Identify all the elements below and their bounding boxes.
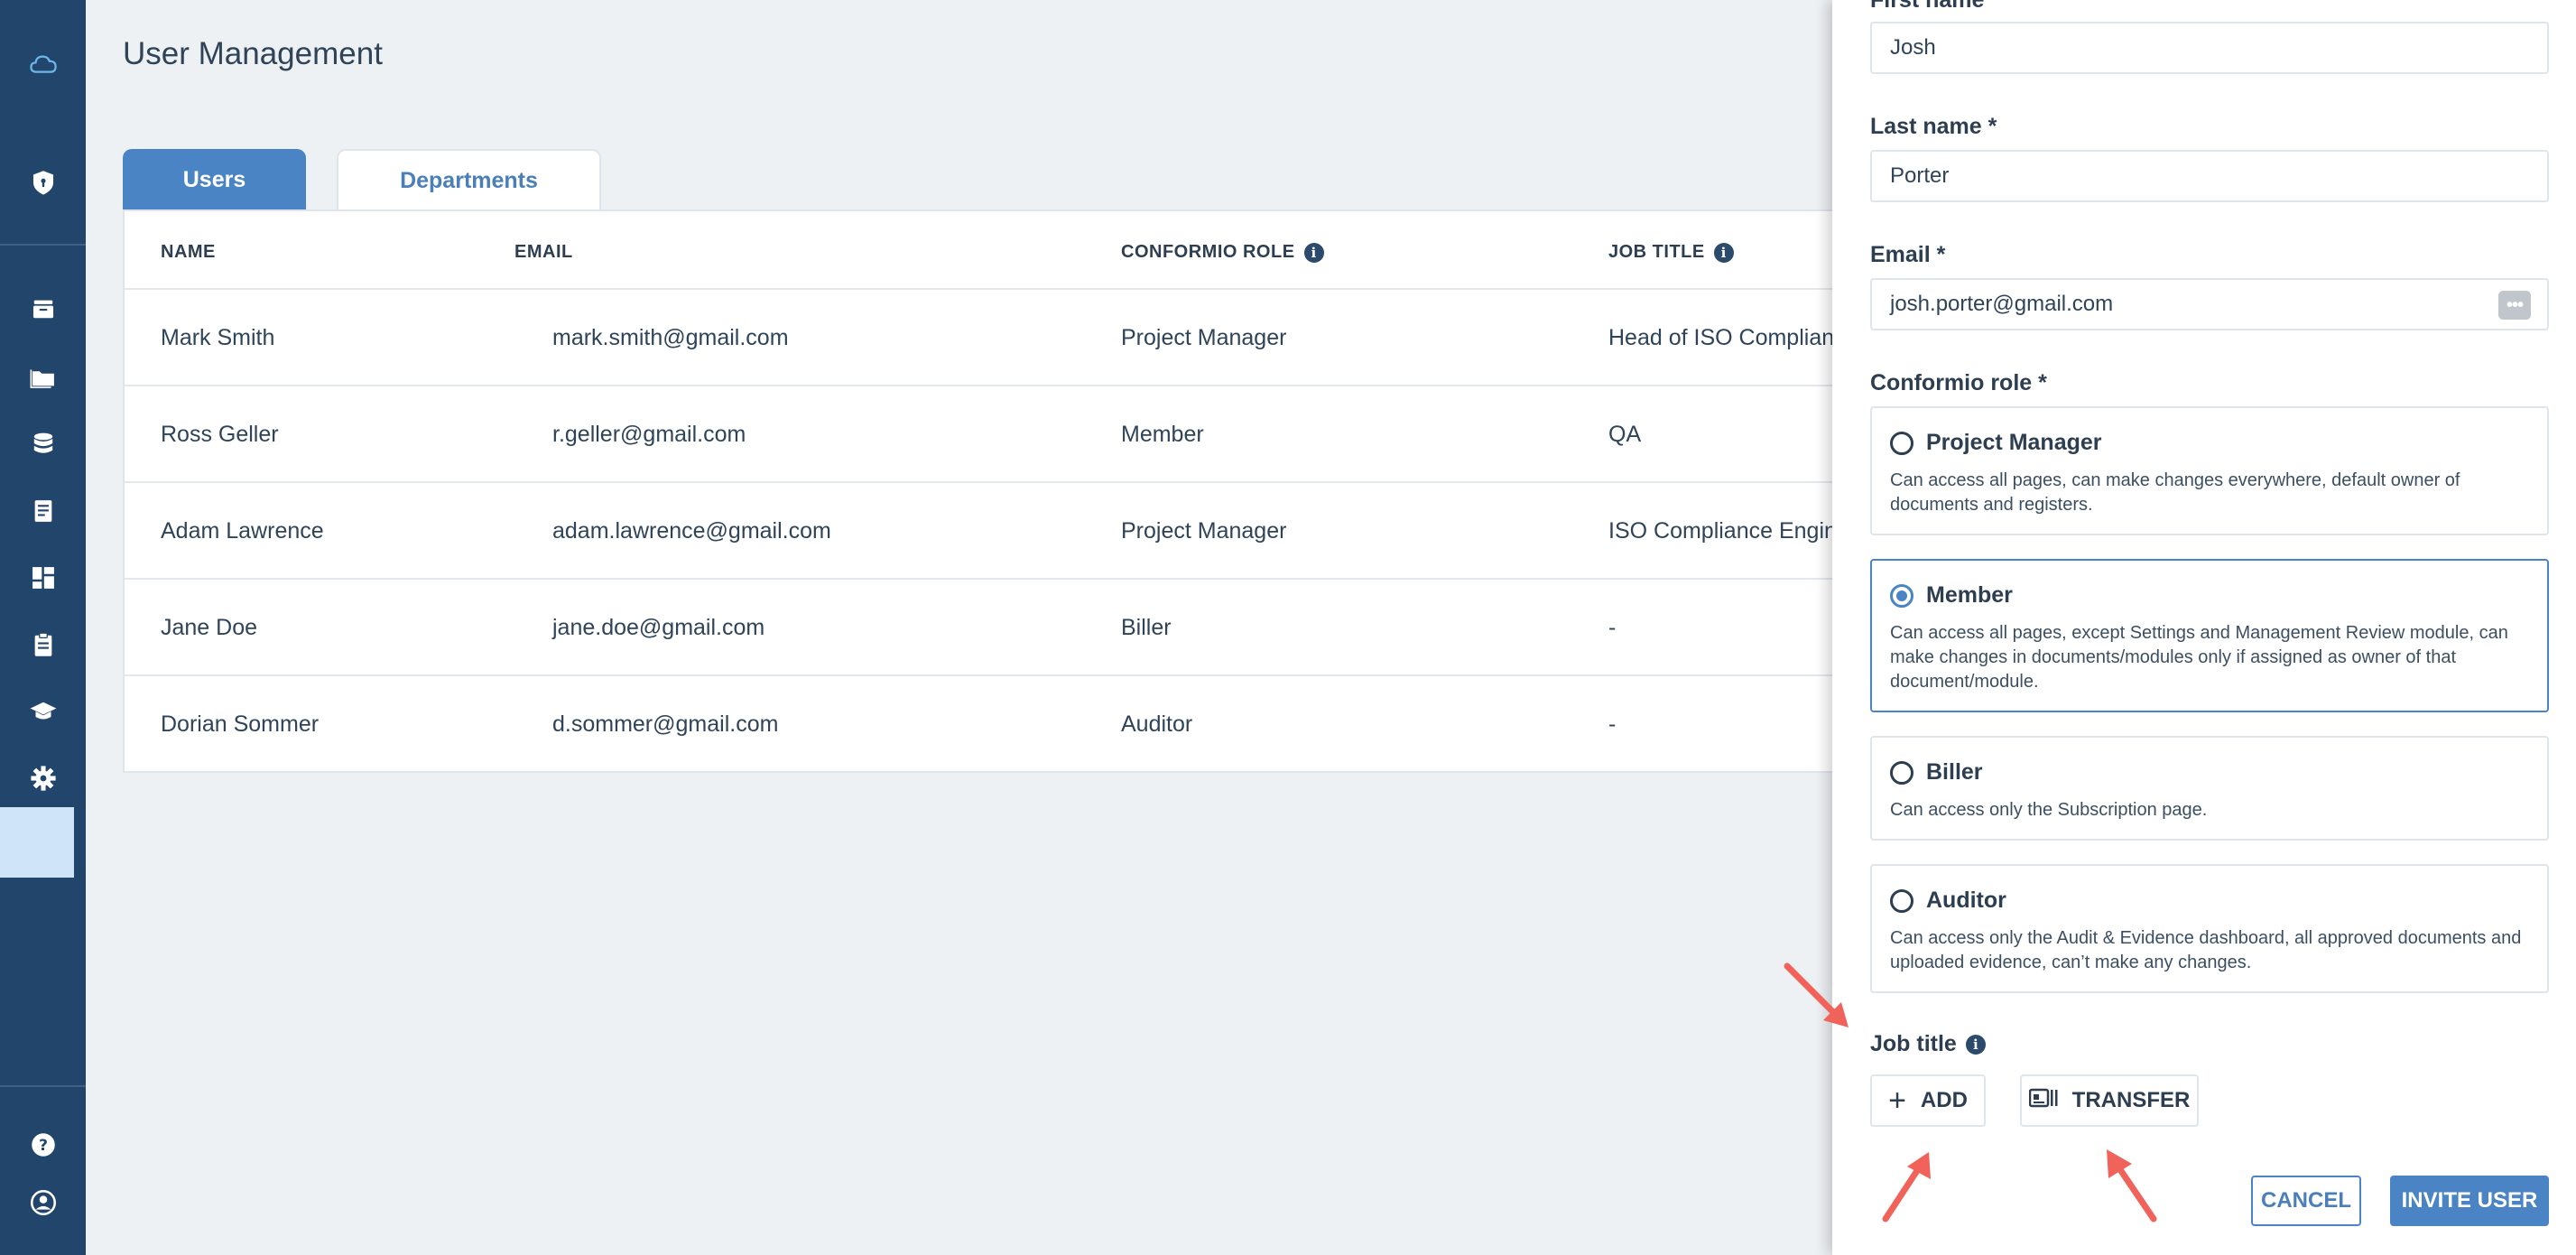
last-name-field[interactable]: Porter	[1870, 150, 2549, 202]
cloud-logo-icon[interactable]	[0, 38, 86, 92]
info-icon[interactable]: i	[1713, 242, 1734, 263]
role-label: Conformio role *	[1870, 370, 2047, 395]
transfer-card-icon	[2028, 1087, 2058, 1115]
role-description: Can access only the Subscription page.	[1890, 800, 2208, 820]
column-header-role[interactable]: CONFORMIO ROLE i	[1121, 242, 1324, 263]
radio-button[interactable]	[1890, 760, 1913, 785]
table-row[interactable]: Jane Doe jane.doe@gmail.com Biller -	[125, 578, 1863, 674]
info-icon[interactable]: i	[1303, 242, 1324, 263]
sidebar-divider	[0, 244, 86, 246]
radio-button[interactable]	[1890, 431, 1913, 455]
email-label: Email *	[1870, 242, 1946, 267]
role-description: Can access only the Audit & Evidence das…	[1890, 928, 2522, 972]
cell-job-title: Head of ISO Compliance	[1608, 325, 1858, 350]
first-name-label: First name *	[1870, 0, 2000, 13]
sidebar: ?	[0, 0, 86, 1255]
first-name-field[interactable]: Josh	[1870, 22, 2549, 74]
cell-name: Adam Lawrence	[161, 518, 324, 544]
column-header-email[interactable]: EMAIL	[514, 242, 573, 263]
cell-job-title: -	[1608, 711, 1617, 737]
gear-icon[interactable]	[0, 751, 86, 805]
svg-text:?: ?	[39, 1137, 48, 1155]
sidebar-active-indicator[interactable]	[0, 807, 74, 878]
email-value: josh.porter@gmail.com	[1890, 292, 2114, 316]
plus-icon: +	[1888, 1083, 1906, 1118]
radio-button-selected[interactable]	[1890, 583, 1913, 608]
role-option-member[interactable]: Member Can access all pages, except Sett…	[1870, 559, 2549, 712]
column-header-name[interactable]: NAME	[161, 242, 216, 263]
cell-email: mark.smith@gmail.com	[552, 325, 789, 350]
job-title-label: Job title i	[1870, 1031, 1986, 1057]
cell-role: Auditor	[1121, 711, 1193, 737]
add-job-title-button[interactable]: + ADD	[1870, 1074, 1986, 1127]
cell-email: jane.doe@gmail.com	[552, 615, 765, 640]
role-title: Biller	[1926, 759, 1983, 785]
cell-role: Member	[1121, 422, 1204, 447]
cell-name: Mark Smith	[161, 325, 275, 350]
clipboard-icon[interactable]	[0, 618, 86, 672]
account-icon[interactable]	[0, 1176, 86, 1230]
radio-button[interactable]	[1890, 888, 1913, 913]
table-row[interactable]: Mark Smith mark.smith@gmail.com Project …	[125, 288, 1863, 385]
table-row[interactable]: Dorian Sommer d.sommer@gmail.com Auditor…	[125, 674, 1863, 771]
role-description: Can access all pages, can make changes e…	[1890, 470, 2460, 515]
cell-email: adam.lawrence@gmail.com	[552, 518, 831, 544]
document-icon[interactable]	[0, 484, 86, 538]
cell-job-title: QA	[1608, 422, 1642, 447]
main-content: User Management Users Departments NAME E…	[86, 0, 1869, 1255]
more-options-icon[interactable]: •••	[2498, 291, 2531, 320]
cell-role: Project Manager	[1121, 325, 1287, 350]
role-option-auditor[interactable]: Auditor Can access only the Audit & Evid…	[1870, 864, 2549, 993]
cancel-button[interactable]: CANCEL	[2251, 1176, 2361, 1226]
cell-email: d.sommer@gmail.com	[552, 711, 779, 737]
role-option-biller[interactable]: Biller Can access only the Subscription …	[1870, 736, 2549, 841]
help-icon[interactable]: ?	[0, 1118, 86, 1172]
users-table: NAME EMAIL CONFORMIO ROLE i JOB TITLE i …	[123, 209, 1869, 773]
sidebar-divider	[0, 1085, 86, 1087]
transfer-job-title-button[interactable]: TRANSFER	[2020, 1074, 2199, 1127]
dashboard-icon[interactable]	[0, 551, 86, 605]
invite-user-button[interactable]: INVITE USER	[2390, 1176, 2549, 1226]
page-title: User Management	[123, 36, 383, 71]
cell-role: Project Manager	[1121, 518, 1287, 544]
invite-user-panel: First name * Josh Last name * Porter Ema…	[1832, 0, 2576, 1255]
role-title: Project Manager	[1926, 430, 2102, 455]
email-field[interactable]: josh.porter@gmail.com •••	[1870, 278, 2549, 330]
tab-users[interactable]: Users	[123, 149, 306, 210]
cell-name: Ross Geller	[161, 422, 279, 447]
folder-icon[interactable]	[0, 350, 86, 404]
cell-email: r.geller@gmail.com	[552, 422, 746, 447]
archive-box-icon[interactable]	[0, 282, 86, 336]
graduation-cap-icon[interactable]	[0, 684, 86, 739]
cell-job-title: ISO Compliance Engineer	[1608, 518, 1870, 544]
table-row[interactable]: Ross Geller r.geller@gmail.com Member QA	[125, 385, 1863, 481]
cell-role: Biller	[1121, 615, 1172, 640]
role-option-project-manager[interactable]: Project Manager Can access all pages, ca…	[1870, 406, 2549, 535]
cell-name: Jane Doe	[161, 615, 258, 640]
last-name-value: Porter	[1890, 163, 1950, 188]
info-icon[interactable]: i	[1965, 1034, 1986, 1055]
annotation-arrow-icon	[1882, 1152, 1931, 1222]
column-header-job-title[interactable]: JOB TITLE i	[1608, 242, 1734, 263]
annotation-arrow-icon	[2107, 1149, 2157, 1222]
role-title: Auditor	[1926, 888, 2006, 913]
role-title: Member	[1926, 582, 2013, 608]
cell-name: Dorian Sommer	[161, 711, 320, 737]
cell-job-title: -	[1608, 615, 1617, 640]
tab-departments[interactable]: Departments	[337, 149, 601, 210]
first-name-value: Josh	[1890, 35, 1936, 60]
database-icon[interactable]	[0, 417, 86, 471]
shield-icon[interactable]	[0, 155, 86, 209]
role-description: Can access all pages, except Settings an…	[1890, 623, 2508, 692]
last-name-label: Last name *	[1870, 114, 1997, 139]
table-row[interactable]: Adam Lawrence adam.lawrence@gmail.com Pr…	[125, 481, 1869, 578]
annotation-arrow-icon	[1784, 962, 1849, 1027]
